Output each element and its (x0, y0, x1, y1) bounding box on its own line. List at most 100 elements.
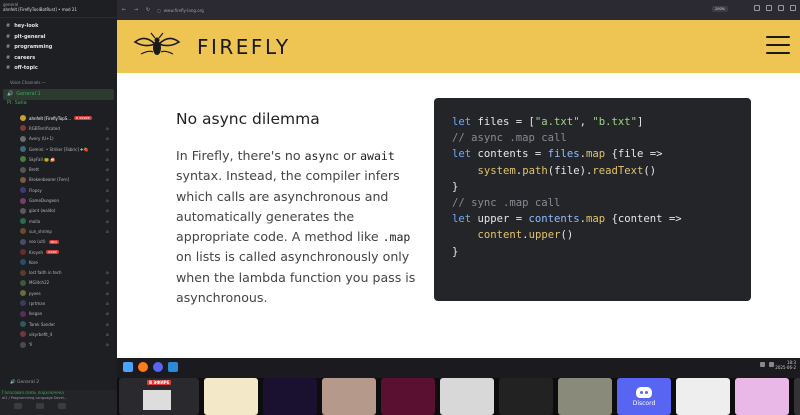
voice-user[interactable]: Gemini: • Striker [Fabric] ✚🍓 ⊘ (0, 144, 117, 154)
hash-icon: # (6, 44, 11, 51)
code-function: map (585, 148, 606, 161)
voice-user[interactable]: Kore (0, 257, 117, 267)
forward-icon[interactable]: → (133, 7, 139, 13)
stream-thumbnail[interactable]: В ЭФИРЕ (119, 378, 199, 415)
voice-user[interactable]: ahnfelt [FireflyTopS... В ЭФИРЕ (0, 113, 117, 123)
menu-bar (766, 52, 790, 54)
channel-plt-general[interactable]: # plt-general (0, 32, 117, 43)
voice-user[interactable]: Avery (U+1) ⊘ (0, 134, 117, 144)
volume-icon[interactable] (769, 362, 774, 367)
stream-thumbnail[interactable] (558, 378, 612, 415)
account-icon[interactable] (778, 5, 784, 11)
code-identifier: files (547, 148, 580, 161)
voice-user[interactable]: molla ⊘ (0, 216, 117, 226)
clock-date[interactable]: 2025-06-2 (775, 365, 796, 370)
code-function: upper (528, 229, 561, 242)
server-header[interactable]: general ahnfelt [FireflyToolBotRust] • m… (0, 0, 117, 18)
stream-thumbnail[interactable] (263, 378, 317, 415)
bookmark-icon[interactable] (754, 5, 760, 11)
discord-icon[interactable] (153, 362, 163, 372)
avatar (20, 146, 26, 153)
code-identifier: content (477, 229, 523, 242)
browser-toolbar: ← → ↻ ▢ www.firefly-lang.org 200% (117, 0, 800, 20)
voice-user[interactable]: Kroyeh ЭФИР (0, 247, 117, 257)
avatar (20, 197, 26, 204)
voice-user[interactable]: MGlitch22 ⊘ (0, 278, 117, 288)
zoom-indicator[interactable]: 200% (711, 6, 728, 12)
firefox-icon[interactable] (138, 362, 148, 372)
hamburger-menu-button[interactable] (766, 36, 790, 56)
para-text: syntax. Instead, the compiler infers whi… (176, 168, 400, 245)
voice-user[interactable]: soo (utl) PRO (0, 237, 117, 247)
vscode-icon[interactable] (168, 362, 178, 372)
user-name: Brokenbearer [Fern] (29, 177, 70, 183)
voice-user[interactable]: vikyrbefit_4 ⊘ (0, 329, 117, 339)
code-comment: // async .map call (452, 132, 567, 145)
voice-user[interactable]: rprtman ⊘ (0, 298, 117, 308)
voice-connected-channel: al1 / Programming Language Devel... (2, 396, 68, 400)
voice-user[interactable]: Brett ⊘ (0, 164, 117, 174)
stream-thumbnail[interactable] (735, 378, 789, 415)
network-icon[interactable] (760, 362, 765, 367)
code-line: system.path(file).readText() (452, 163, 751, 179)
user-name: Avery (U+1) (29, 136, 54, 142)
voice-user[interactable]: Flopsy ⊘ (0, 185, 117, 195)
back-icon[interactable]: ← (121, 7, 127, 13)
firefly-logo-icon[interactable] (131, 32, 183, 60)
start-icon[interactable] (123, 362, 133, 372)
screen-share-button[interactable] (36, 403, 44, 409)
voice-channel-general-1[interactable]: 🔊 General 1 (3, 88, 114, 100)
menu-bar (766, 44, 790, 46)
channel-label: plt-general (14, 33, 46, 40)
code-function: path (522, 164, 548, 177)
voice-user[interactable]: SkyFall 🐸 🍰 ⊘ (0, 154, 117, 164)
user-name: SkyFall 🐸 🍰 (29, 156, 56, 162)
voice-user[interactable]: pyxes ⊘ (0, 288, 117, 298)
voice-user[interactable]: GameDungeon ⊘ (0, 195, 117, 205)
code-identifier: system (477, 164, 516, 177)
menu-icon[interactable] (790, 5, 796, 11)
voice-user[interactable]: lkegan ⊘ (0, 309, 117, 319)
site-name[interactable]: FIREFLY (197, 35, 291, 59)
code-identifier: contents (528, 213, 580, 226)
channel-hey-look[interactable]: # hey-look (0, 21, 117, 32)
stream-thumbnail[interactable] (322, 378, 376, 415)
stream-thumbnail[interactable] (381, 378, 435, 415)
voice-user[interactable]: lost faith in tech ⊘ (0, 267, 117, 277)
voice-user[interactable]: sun_shrimp ⊘ (0, 226, 117, 236)
stream-thumbnail[interactable] (794, 378, 800, 415)
stream-thumbnail[interactable] (499, 378, 553, 415)
mute-icon: ⊘ (105, 270, 109, 276)
user-name: MGlitch22 (29, 280, 50, 286)
page-icon: ▢ (157, 7, 161, 13)
voice-user[interactable]: Tarek Sander ⊘ (0, 319, 117, 329)
stream-thumbnail[interactable] (440, 378, 494, 415)
activity-button[interactable] (58, 403, 66, 409)
voice-user[interactable]: Brokenbearer [Fern] ⊘ (0, 175, 117, 185)
stream-thumbnail-discord[interactable]: Discord (617, 378, 671, 415)
code-text: () (643, 164, 657, 177)
voice-channel-general-2[interactable]: 🔊 General 2 (0, 380, 117, 388)
voice-user[interactable]: giant (waldo) ⊘ (0, 206, 117, 216)
mute-icon: ⊘ (105, 167, 109, 173)
voice-user[interactable]: RGBTerrificated ⊘ (0, 123, 117, 133)
stream-thumbnail[interactable] (204, 378, 258, 415)
code-text: files = [ (471, 116, 535, 128)
extensions-icon[interactable] (766, 5, 772, 11)
channel-label: programming (14, 44, 53, 51)
stream-thumbnail[interactable] (676, 378, 730, 415)
avatar (20, 310, 26, 317)
channel-off-topic[interactable]: # off-topic (0, 63, 117, 74)
camera-button[interactable] (14, 403, 22, 409)
inline-code: async (304, 149, 340, 163)
channel-careers[interactable]: # careers (0, 53, 117, 64)
address-bar[interactable]: ▢ www.firefly-lang.org (157, 8, 204, 13)
reload-icon[interactable]: ↻ (145, 7, 151, 13)
channel-programming[interactable]: # programming (0, 42, 117, 53)
voice-user[interactable]: Yi ⊘ (0, 340, 117, 350)
user-name: RGBTerrificated (29, 125, 60, 131)
avatar (20, 300, 26, 307)
speaker-icon: 🔊 (7, 91, 14, 97)
avatar (20, 269, 26, 276)
user-name: Gemini: • Striker [Fabric] ✚🍓 (29, 146, 89, 152)
